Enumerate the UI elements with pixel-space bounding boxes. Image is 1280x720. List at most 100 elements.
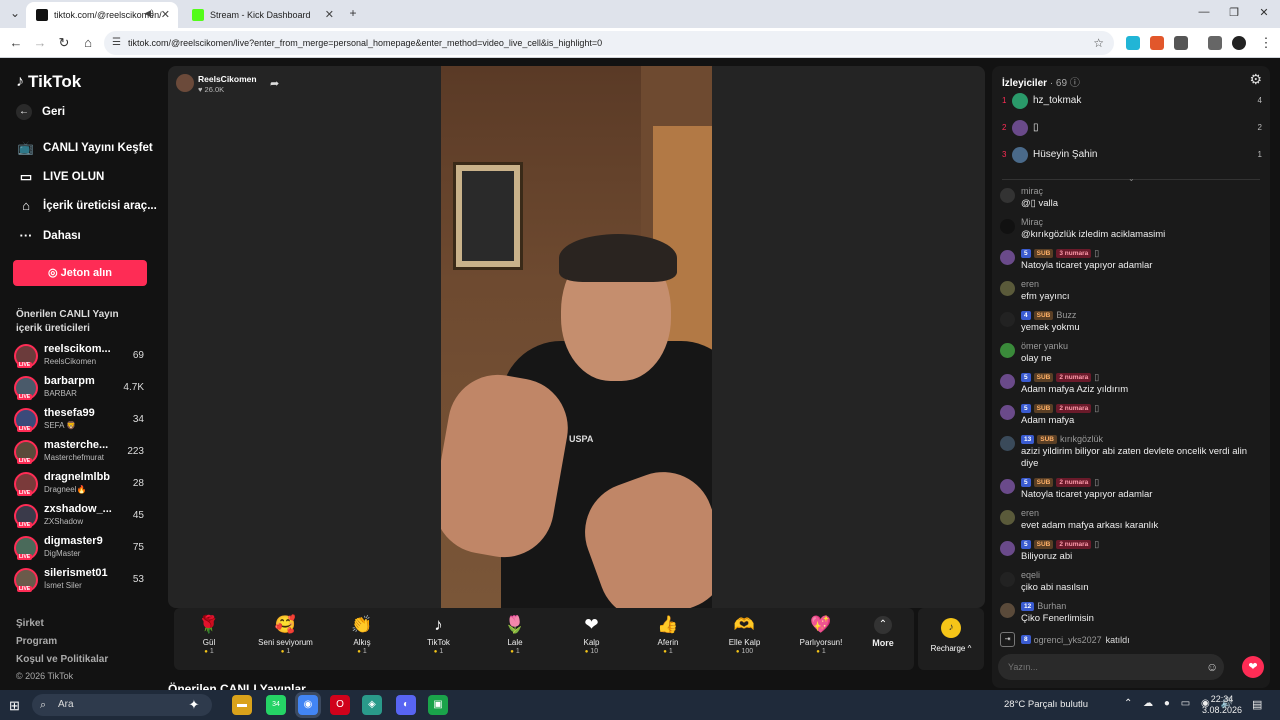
chat-username[interactable]: ▯ xyxy=(1094,477,1099,488)
copilot-sparkle-icon[interactable]: ✦ xyxy=(184,695,204,715)
chat-user-avatar[interactable] xyxy=(1000,405,1015,420)
chat-user-avatar[interactable] xyxy=(1000,219,1015,234)
expand-chevron-icon[interactable]: ⌄ xyxy=(1128,174,1135,183)
chat-username[interactable]: Miraç xyxy=(1021,217,1043,227)
chat-user-avatar[interactable] xyxy=(1000,312,1015,327)
close-window-icon[interactable]: ✕ xyxy=(1254,6,1274,19)
tab-kick[interactable]: Stream - Kick Dashboard ✕ xyxy=(182,2,342,28)
browser-menu-icon[interactable]: ⋮ xyxy=(1258,35,1274,51)
notification-icon[interactable]: ▤ xyxy=(1252,698,1262,711)
chat-user-avatar[interactable] xyxy=(1000,188,1015,203)
suggested-creator[interactable]: LIVE silerismet01 İsmet Siler 53 xyxy=(14,566,154,596)
top-viewer-row[interactable]: 2 ▯ 2 xyxy=(1002,119,1262,139)
app-icon[interactable]: ◈ xyxy=(362,695,382,715)
gift-item[interactable]: ❤ Kalp10 xyxy=(557,614,627,655)
chat-username[interactable]: miraç xyxy=(1021,186,1043,196)
gift-item[interactable]: 👍 Aferin1 xyxy=(633,614,703,655)
chrome-icon[interactable]: ◉ xyxy=(298,695,318,715)
footer-terms-link[interactable]: Koşul ve Politikalar xyxy=(16,654,108,665)
chat-username[interactable]: kırıkgözlük xyxy=(1060,434,1103,444)
chat-user-avatar[interactable] xyxy=(1000,603,1015,618)
taskbar-clock[interactable]: 22:34 3.08.2026 xyxy=(1200,694,1244,716)
chat-username[interactable]: ▯ xyxy=(1094,403,1099,414)
profile-avatar-icon[interactable] xyxy=(1232,36,1246,50)
suggested-creator[interactable]: LIVE masterche... Masterchefmurat 223 xyxy=(14,438,154,468)
suggested-creator[interactable]: LIVE zxshadow_... ZXShadow 45 xyxy=(14,502,154,532)
chat-user-avatar[interactable] xyxy=(1000,250,1015,265)
windows-start-icon[interactable]: ⊞ xyxy=(9,698,20,714)
restore-icon[interactable]: ❐ xyxy=(1224,6,1244,19)
gift-item[interactable]: 🥰 Seni seviyorum1 xyxy=(251,614,321,655)
suggested-creator[interactable]: LIVE thesefa99 SEFA 🦁 34 xyxy=(14,406,154,436)
chat-user-avatar[interactable] xyxy=(1000,479,1015,494)
chat-user-avatar[interactable] xyxy=(1000,510,1015,525)
gift-item[interactable]: 💖 Parlıyorsun!1 xyxy=(786,614,856,655)
chat-username[interactable]: eqeli xyxy=(1021,570,1040,580)
tab-search-icon[interactable]: ⌄ xyxy=(6,4,24,22)
forward-icon[interactable]: → xyxy=(32,35,48,50)
chat-username[interactable]: eren xyxy=(1021,508,1039,518)
video-frame[interactable]: USPA xyxy=(441,66,712,608)
chat-username[interactable]: ▯ xyxy=(1094,539,1099,550)
chat-username[interactable]: Buzz xyxy=(1056,310,1076,320)
footer-company-link[interactable]: Şirket xyxy=(16,618,44,629)
gift-item[interactable]: ♪ TikTok1 xyxy=(404,614,474,655)
recharge-button[interactable]: ♪ Recharge ^ xyxy=(918,608,984,670)
chat-username[interactable]: eren xyxy=(1021,279,1039,289)
settings-gear-icon[interactable]: ⚙ xyxy=(1249,71,1262,88)
site-info-icon[interactable]: ☰ xyxy=(112,31,121,55)
close-tab-icon[interactable]: ✕ xyxy=(325,8,334,21)
viewers-header[interactable]: İzleyiciler · 69 ⓘ xyxy=(1002,74,1080,89)
chat-username[interactable]: ömer yanku xyxy=(1021,341,1068,351)
bookmark-star-icon[interactable]: ☆ xyxy=(1093,31,1104,55)
tiktok-logo[interactable]: ♪ TikTok xyxy=(16,72,81,92)
back-icon[interactable]: ← xyxy=(8,35,24,50)
top-viewer-row[interactable]: 3 Hüseyin Şahin 1 xyxy=(1002,146,1262,166)
discord-icon[interactable]: ◐ xyxy=(396,695,416,715)
suggested-creator[interactable]: LIVE reelscikom... ReelsCikomen 69 xyxy=(14,342,154,372)
media-control-icon[interactable] xyxy=(1208,36,1222,50)
gift-item[interactable]: 🫶 Elle Kalp100 xyxy=(710,614,780,655)
home-icon[interactable]: ⌂ xyxy=(80,35,96,50)
whatsapp-icon[interactable]: 34 xyxy=(266,695,286,715)
chat-username[interactable]: ▯ xyxy=(1094,372,1099,383)
host-name[interactable]: ReelsCikomen xyxy=(198,74,257,84)
tab-tiktok[interactable]: tiktok.com/@reelscikomen/ ◀) ✕ xyxy=(26,2,178,28)
gift-item[interactable]: 🌹 Gül1 xyxy=(174,614,244,655)
emoji-icon[interactable]: ☺ xyxy=(1206,660,1218,674)
chat-user-avatar[interactable] xyxy=(1000,281,1015,296)
extension-icon[interactable] xyxy=(1126,36,1140,50)
info-icon[interactable]: ⓘ xyxy=(1070,78,1080,89)
share-icon[interactable]: ➦ xyxy=(270,77,279,90)
like-heart-button[interactable]: ❤ xyxy=(1242,656,1264,678)
new-tab-icon[interactable]: + xyxy=(344,4,362,22)
extension-icon[interactable] xyxy=(1150,36,1164,50)
chat-user-avatar[interactable] xyxy=(1000,343,1015,358)
chat-user-avatar[interactable] xyxy=(1000,374,1015,389)
chat-username[interactable]: Burhan xyxy=(1037,601,1066,611)
join-user[interactable]: ogrenci_yks2027 xyxy=(1034,635,1102,645)
opera-icon[interactable]: O xyxy=(330,695,350,715)
top-viewer-row[interactable]: 1 hz_tokmak 4 xyxy=(1002,92,1262,112)
reload-icon[interactable]: ↻ xyxy=(56,35,72,51)
chat-username[interactable]: ▯ xyxy=(1094,248,1099,259)
chat-user-avatar[interactable] xyxy=(1000,436,1015,451)
chat-user-avatar[interactable] xyxy=(1000,541,1015,556)
more-gifts-button[interactable]: ⌃ More xyxy=(848,614,918,648)
gift-item[interactable]: 👏 Alkış1 xyxy=(327,614,397,655)
nav-more[interactable]: ··· Dahası xyxy=(16,228,81,243)
file-explorer-icon[interactable]: ▬ xyxy=(232,695,252,715)
close-tab-icon[interactable]: ✕ xyxy=(161,8,170,21)
nav-explore-live[interactable]: 📺 CANLI Yayını Keşfet xyxy=(16,140,153,156)
suggested-creator[interactable]: LIVE digmaster9 DigMaster 75 xyxy=(14,534,154,564)
gift-item[interactable]: 🌷 Lale1 xyxy=(480,614,550,655)
chat-input[interactable] xyxy=(998,654,1224,680)
get-coins-button[interactable]: ◎ Jeton alın xyxy=(13,260,147,286)
extensions-puzzle-icon[interactable] xyxy=(1174,36,1188,50)
kick-app-icon[interactable]: ▣ xyxy=(428,695,448,715)
host-avatar[interactable] xyxy=(176,74,194,92)
chat-user-avatar[interactable] xyxy=(1000,572,1015,587)
live-video-player[interactable]: ReelsCikomen ♥ 26.0K ➦ USPA xyxy=(168,66,985,608)
weather-widget[interactable]: 28°C Parçalı bulutlu xyxy=(1004,699,1088,710)
footer-program-link[interactable]: Program xyxy=(16,636,57,647)
